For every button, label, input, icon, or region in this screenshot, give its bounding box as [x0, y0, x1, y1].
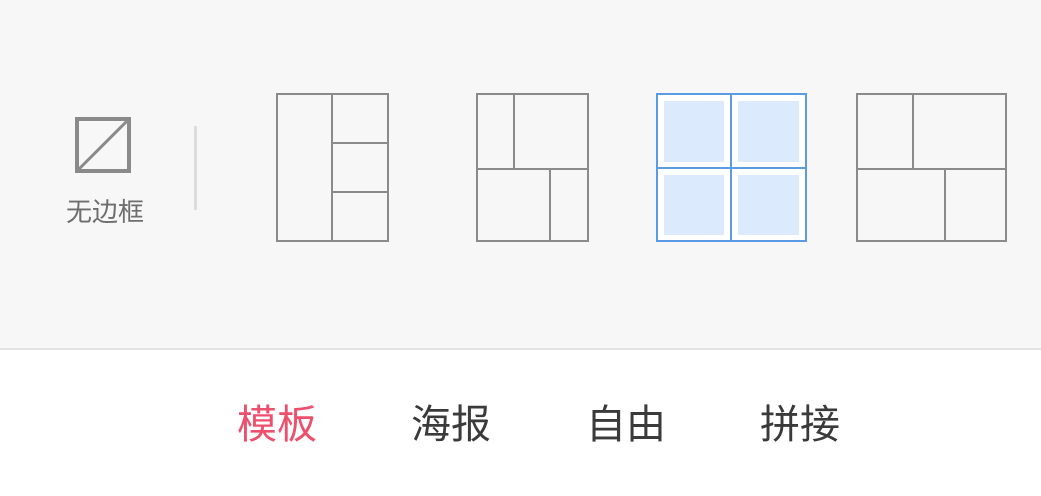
- template-left-column-three-right[interactable]: [276, 93, 390, 243]
- tab-template[interactable]: 模板: [237, 402, 317, 448]
- no-border-option[interactable]: 无边框: [52, 112, 158, 236]
- tab-stitch[interactable]: 拼接: [760, 402, 840, 448]
- layout-template-icon: [856, 93, 1007, 242]
- no-border-icon: [75, 117, 131, 173]
- layout-picker-panel: 无边框: [0, 0, 1041, 348]
- vertical-divider: [194, 126, 197, 210]
- layout-template-icon: [276, 93, 389, 242]
- bottom-tab-bar: 模板 海报 自由 拼接: [0, 350, 1041, 496]
- layout-template-icon: [476, 93, 589, 242]
- template-top-two-bottom-two[interactable]: [476, 93, 590, 243]
- layout-template-icon-selected: [656, 93, 807, 242]
- tab-free[interactable]: 自由: [586, 402, 666, 448]
- template-wide-mixed[interactable]: [856, 93, 1008, 243]
- no-border-label: 无边框: [65, 198, 144, 228]
- template-grid-2x2[interactable]: [656, 93, 808, 243]
- tab-poster[interactable]: 海报: [411, 402, 491, 448]
